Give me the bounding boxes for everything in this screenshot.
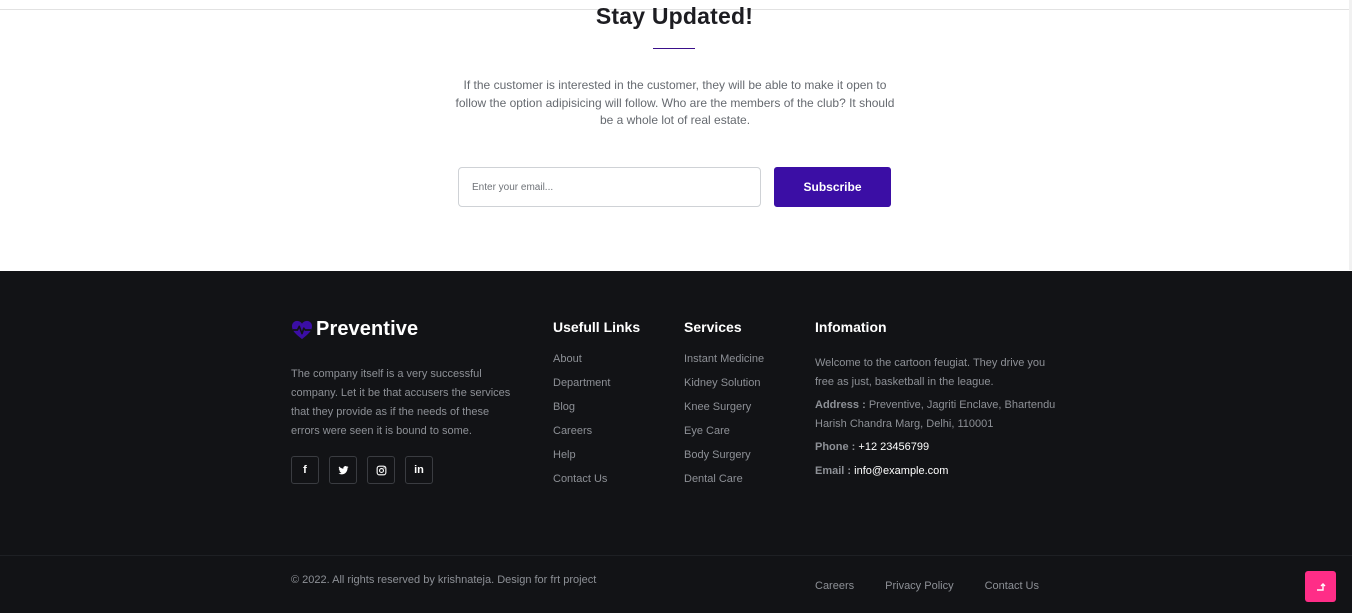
phone-label: Phone : — [815, 441, 856, 453]
brand-name: Preventive — [316, 318, 419, 340]
link-blog[interactable]: Blog — [553, 400, 640, 424]
services-title: Services — [684, 319, 742, 335]
email-input[interactable] — [458, 167, 761, 207]
facebook-link[interactable]: f — [291, 456, 319, 484]
linkedin-icon: in — [414, 464, 424, 476]
back-to-top-button[interactable] — [1305, 571, 1336, 602]
bottom-link-contact-us[interactable]: Contact Us — [985, 580, 1039, 592]
phone-value[interactable]: +12 23456799 — [858, 441, 929, 453]
useful-links-column: Usefull Links About Department Blog Care… — [553, 319, 640, 496]
service-dental-care[interactable]: Dental Care — [684, 472, 764, 496]
newsletter-description: If the customer is interested in the cus… — [455, 78, 895, 128]
social-links: f in — [291, 456, 433, 484]
newsletter-section: Stay Updated! If the customer is interes… — [0, 0, 1349, 271]
newsletter-title: Stay Updated! — [595, 3, 754, 29]
link-department[interactable]: Department — [553, 376, 640, 400]
about-text: The company itself is a very successful … — [291, 368, 511, 437]
link-about[interactable]: About — [553, 352, 640, 376]
brand-logo[interactable]: Preventive — [291, 318, 418, 341]
link-contact-us[interactable]: Contact Us — [553, 472, 640, 496]
services-column: Services Instant Medicine Kidney Solutio… — [684, 319, 764, 496]
title-divider — [653, 48, 695, 49]
footer-bottom-links: Careers Privacy Policy Contact Us — [815, 580, 1070, 592]
twitter-icon — [337, 465, 349, 474]
link-careers[interactable]: Careers — [553, 424, 640, 448]
email-label: Email : — [815, 464, 852, 477]
information-title: Infomation — [815, 319, 887, 335]
service-body-surgery[interactable]: Body Surgery — [684, 448, 764, 472]
info-welcome: Welcome to the cartoon feugiat. They dri… — [815, 357, 1046, 388]
useful-links-title: Usefull Links — [553, 319, 641, 335]
email-value[interactable]: info@example.com — [854, 465, 948, 477]
service-knee-surgery[interactable]: Knee Surgery — [684, 400, 764, 424]
arrow-up-icon — [1316, 582, 1325, 591]
information-details: Welcome to the cartoon feugiat. They dri… — [815, 354, 1065, 485]
twitter-link[interactable] — [329, 456, 357, 484]
address-label: Address : — [815, 399, 866, 411]
facebook-icon: f — [303, 464, 307, 476]
copyright-text: © 2022. All rights reserved by krishnate… — [291, 574, 597, 586]
instagram-icon — [376, 465, 386, 475]
subscribe-button[interactable]: Subscribe — [774, 167, 891, 207]
service-instant-medicine[interactable]: Instant Medicine — [684, 352, 764, 376]
linkedin-link[interactable]: in — [405, 456, 433, 484]
heartbeat-icon — [292, 320, 312, 339]
footer-divider — [0, 555, 1352, 556]
info-phone: Phone : +12 23456799 — [815, 438, 1065, 457]
information-column: Infomation — [815, 319, 887, 352]
bottom-link-privacy-policy[interactable]: Privacy Policy — [885, 580, 953, 592]
info-address: Address : Preventive, Jagriti Enclave, B… — [815, 396, 1065, 433]
link-help[interactable]: Help — [553, 448, 640, 472]
instagram-link[interactable] — [367, 456, 395, 484]
bottom-link-careers[interactable]: Careers — [815, 580, 854, 592]
service-eye-care[interactable]: Eye Care — [684, 424, 764, 448]
info-email: Email : info@example.com — [815, 462, 1065, 481]
service-kidney-solution[interactable]: Kidney Solution — [684, 376, 764, 400]
site-footer: Preventive The company itself is a very … — [0, 271, 1352, 613]
